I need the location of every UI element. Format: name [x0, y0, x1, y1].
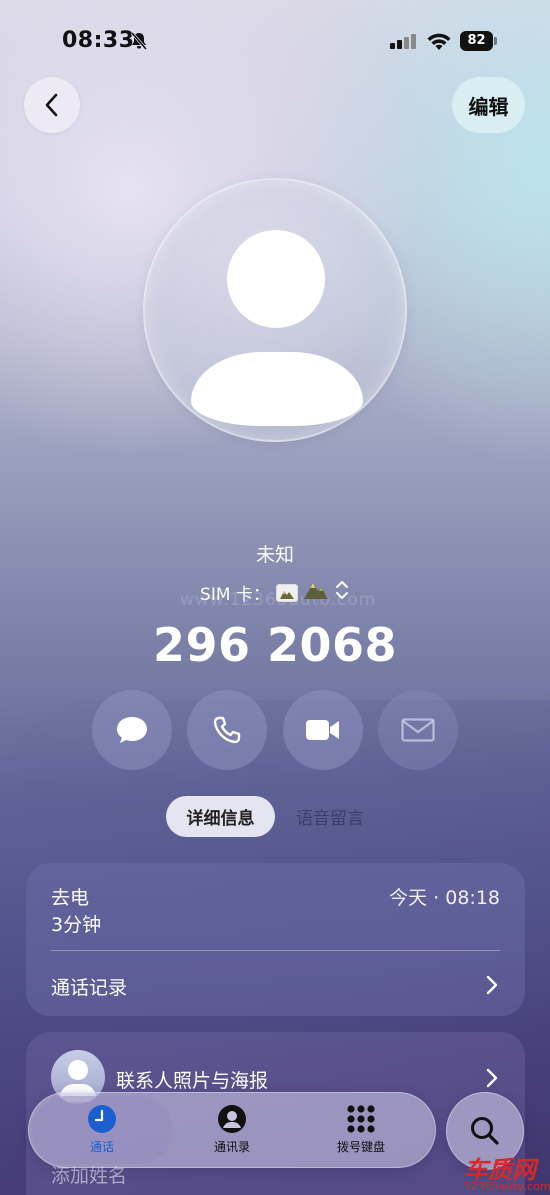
sim-card-icon	[275, 583, 298, 602]
sim-network-icon	[303, 581, 328, 604]
contact-photo-poster-link[interactable]: 联系人照片与海报	[116, 1066, 268, 1093]
tab-calls[interactable]: 通话	[42, 1104, 162, 1160]
mail-icon	[401, 718, 435, 742]
chevron-left-icon	[45, 93, 58, 117]
bell-slash-icon	[129, 31, 149, 51]
watermark-logo-url: 12365auto.com	[464, 1180, 550, 1193]
chevron-right-icon[interactable]	[484, 1067, 500, 1089]
call-type: 去电	[51, 887, 90, 909]
signal-icon	[390, 33, 420, 49]
edit-button[interactable]: 编辑	[452, 77, 525, 133]
avatar-head	[227, 230, 325, 328]
tab-contacts[interactable]: 通讯录	[172, 1104, 292, 1160]
phone-number: 296 2068	[152, 618, 398, 672]
tab-calls-label: 通话	[89, 1140, 114, 1154]
tab-keypad[interactable]: 拨号键盘	[301, 1104, 421, 1160]
call-time: 今天 · 08:18	[389, 887, 500, 909]
call-duration: 3分钟	[51, 914, 102, 936]
message-bubble-icon	[117, 717, 147, 743]
call-history-link[interactable]: 通话记录	[51, 973, 127, 1000]
search-icon	[471, 1117, 499, 1145]
message-button[interactable]	[92, 690, 172, 770]
person-circle-icon	[218, 1105, 246, 1133]
chevron-right-icon[interactable]	[484, 974, 500, 996]
sim-label: SIM 卡：	[200, 585, 270, 605]
back-button[interactable]	[24, 77, 80, 133]
clock-icon	[88, 1105, 116, 1133]
battery-icon: 82	[460, 31, 498, 51]
video-camera-icon	[306, 720, 339, 740]
tab-details[interactable]: 详细信息	[166, 796, 275, 837]
tab-contacts-label: 通讯录	[213, 1140, 250, 1154]
battery-level: 82	[460, 31, 493, 51]
phone-icon	[213, 716, 241, 744]
mail-button[interactable]	[378, 690, 458, 770]
status-time: 08:33	[62, 28, 135, 53]
contact-avatar	[143, 178, 407, 442]
video-button[interactable]	[283, 690, 363, 770]
tab-voicemail[interactable]: 语音留言	[282, 796, 378, 837]
card-divider	[51, 950, 500, 951]
contact-name: 未知	[255, 544, 294, 566]
call-button[interactable]	[187, 690, 267, 770]
wifi-icon	[426, 31, 452, 51]
watermark-logo: 车质网 12365auto.com	[460, 1150, 550, 1195]
tab-keypad-label: 拨号键盘	[336, 1140, 385, 1154]
sim-selector[interactable]: SIM 卡：	[0, 579, 550, 606]
avatar-body	[191, 352, 363, 426]
sim-switch-icon	[334, 579, 350, 606]
keypad-icon	[347, 1105, 375, 1133]
